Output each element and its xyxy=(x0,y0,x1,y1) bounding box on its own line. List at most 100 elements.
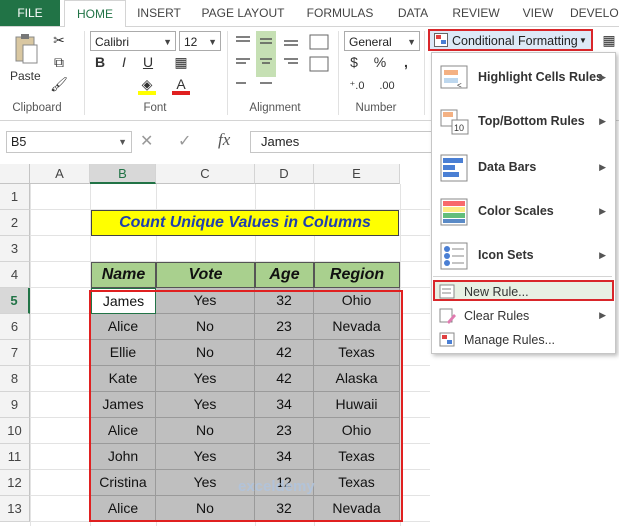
sheet-title[interactable]: Count Unique Values in Columns xyxy=(91,210,399,236)
row-header[interactable]: 11 xyxy=(0,444,30,470)
column-header-c[interactable]: C xyxy=(156,164,255,184)
row-header[interactable]: 13 xyxy=(0,496,30,522)
cut-icon[interactable]: ✂ xyxy=(50,31,68,49)
tab-home[interactable]: HOME xyxy=(64,0,126,28)
svg-text:10: 10 xyxy=(454,123,464,133)
tab-developer[interactable]: DEVELO xyxy=(570,0,619,26)
name-box[interactable]: B5 ▼ xyxy=(6,131,132,153)
row-header[interactable]: 5 xyxy=(0,288,30,314)
insert-function-icon[interactable]: fx xyxy=(218,130,230,150)
font-size-value: 12 xyxy=(184,35,198,49)
number-format-value: General xyxy=(349,35,392,49)
paste-icon[interactable] xyxy=(12,33,40,67)
menu-item-label: Clear Rules xyxy=(464,309,530,323)
chevron-down-icon: ▼ xyxy=(407,37,416,47)
ribbon-separator xyxy=(84,31,85,115)
manage-rules-icon xyxy=(439,332,457,348)
decrease-decimal-icon[interactable]: .00 xyxy=(376,77,398,95)
svg-text:<: < xyxy=(457,81,462,90)
italic-button[interactable]: I xyxy=(116,53,132,71)
copy-icon[interactable]: ⧉ xyxy=(50,53,68,71)
ribbon-separator xyxy=(338,31,339,115)
chevron-right-icon: ▶ xyxy=(599,206,606,216)
tab-formulas[interactable]: FORMULAS xyxy=(300,0,380,26)
menu-item-highlight-cells-rules[interactable]: < Highlight Cells Rules ▶ xyxy=(431,60,614,96)
highlight-cells-icon: < xyxy=(440,64,470,92)
menu-item-data-bars[interactable]: Data Bars ▶ xyxy=(431,150,614,186)
tab-file[interactable]: FILE xyxy=(0,0,60,26)
table-header-cell[interactable]: Vote xyxy=(156,262,255,288)
font-name-combo[interactable]: Calibri ▼ xyxy=(90,31,176,51)
tab-insert[interactable]: INSERT xyxy=(130,0,188,26)
new-rule-icon xyxy=(439,284,457,300)
menu-item-label: Icon Sets xyxy=(478,248,534,262)
row-header[interactable]: 8 xyxy=(0,366,30,392)
menu-item-label: Color Scales xyxy=(478,204,554,218)
row-header[interactable]: 2 xyxy=(0,210,30,236)
cancel-icon[interactable]: ✕ xyxy=(140,131,153,151)
conditional-formatting-icon xyxy=(434,33,448,47)
data-bars-icon xyxy=(440,154,470,182)
menu-item-manage-rules[interactable]: Manage Rules... xyxy=(431,330,614,350)
menu-item-icon-sets[interactable]: Icon Sets ▶ xyxy=(431,238,614,274)
row-header[interactable]: 1 xyxy=(0,184,30,210)
column-header-d[interactable]: D xyxy=(255,164,314,184)
chevron-right-icon: ▶ xyxy=(599,310,606,320)
alignment-buttons xyxy=(232,31,336,97)
row-header[interactable]: 4 xyxy=(0,262,30,288)
fill-color-icon[interactable]: ◈ xyxy=(138,77,156,95)
chevron-right-icon: ▶ xyxy=(599,72,606,82)
select-all-corner[interactable] xyxy=(0,164,30,184)
percent-button[interactable]: % xyxy=(372,53,388,71)
enter-icon[interactable]: ✓ xyxy=(178,131,191,151)
row-header[interactable]: 3 xyxy=(0,236,30,262)
formula-value: James xyxy=(261,134,300,149)
row-header[interactable]: 9 xyxy=(0,392,30,418)
row-header[interactable]: 10 xyxy=(0,418,30,444)
row-header[interactable]: 6 xyxy=(0,314,30,340)
chevron-right-icon: ▶ xyxy=(599,250,606,260)
borders-icon[interactable]: ▦ xyxy=(172,53,190,71)
number-format-combo[interactable]: General ▼ xyxy=(344,31,420,51)
conditional-formatting-button[interactable]: Conditional Formatting ▼ xyxy=(428,29,593,51)
increase-decimal-icon[interactable]: ⁺.0 xyxy=(346,77,368,95)
chevron-down-icon: ▼ xyxy=(579,36,587,45)
column-header-a[interactable]: A xyxy=(30,164,90,184)
clear-rules-icon xyxy=(439,308,457,324)
alignment-group-label: Alignment xyxy=(249,102,301,114)
ribbon-separator xyxy=(227,31,228,115)
column-header-e[interactable]: E xyxy=(314,164,400,184)
number-group-label: Number xyxy=(355,102,397,114)
menu-item-new-rule[interactable]: New Rule... xyxy=(431,282,614,302)
bold-button[interactable]: B xyxy=(92,53,108,71)
menu-item-color-scales[interactable]: Color Scales ▶ xyxy=(431,194,614,230)
menu-separator xyxy=(433,276,612,277)
conditional-formatting-label: Conditional Formatting xyxy=(452,34,578,48)
tab-page-layout[interactable]: PAGE LAYOUT xyxy=(198,0,288,26)
menu-item-top-bottom-rules[interactable]: 10 Top/Bottom Rules ▶ xyxy=(431,104,614,140)
font-color-icon[interactable]: A xyxy=(172,77,190,95)
table-header-cell[interactable]: Age xyxy=(255,262,314,288)
format-as-table-icon[interactable]: ▦ xyxy=(600,31,618,49)
tab-view[interactable]: VIEW xyxy=(516,0,560,26)
menu-item-clear-rules[interactable]: Clear Rules ▶ xyxy=(431,306,614,326)
underline-button[interactable]: U xyxy=(140,53,156,71)
icon-sets-icon xyxy=(440,242,470,270)
column-header-b[interactable]: B xyxy=(90,164,156,184)
row-header[interactable]: 7 xyxy=(0,340,30,366)
table-header-cell[interactable]: Name xyxy=(91,262,156,288)
paste-label[interactable]: Paste xyxy=(10,69,41,83)
tab-data[interactable]: DATA xyxy=(390,0,436,26)
font-size-combo[interactable]: 12 ▼ xyxy=(179,31,221,51)
format-painter-icon[interactable]: 🖌 xyxy=(50,75,68,93)
table-header-cell[interactable]: Region xyxy=(314,262,400,288)
chevron-down-icon: ▼ xyxy=(163,37,172,47)
formula-input[interactable]: James xyxy=(250,131,440,153)
ribbon-tabs: FILE HOME INSERT PAGE LAYOUT FORMULAS DA… xyxy=(0,0,619,28)
comma-button[interactable]: , xyxy=(398,53,414,71)
chevron-right-icon: ▶ xyxy=(599,116,606,126)
color-scales-icon xyxy=(440,198,470,226)
currency-button[interactable]: $ xyxy=(346,53,362,71)
row-header[interactable]: 12 xyxy=(0,470,30,496)
tab-review[interactable]: REVIEW xyxy=(446,0,506,26)
